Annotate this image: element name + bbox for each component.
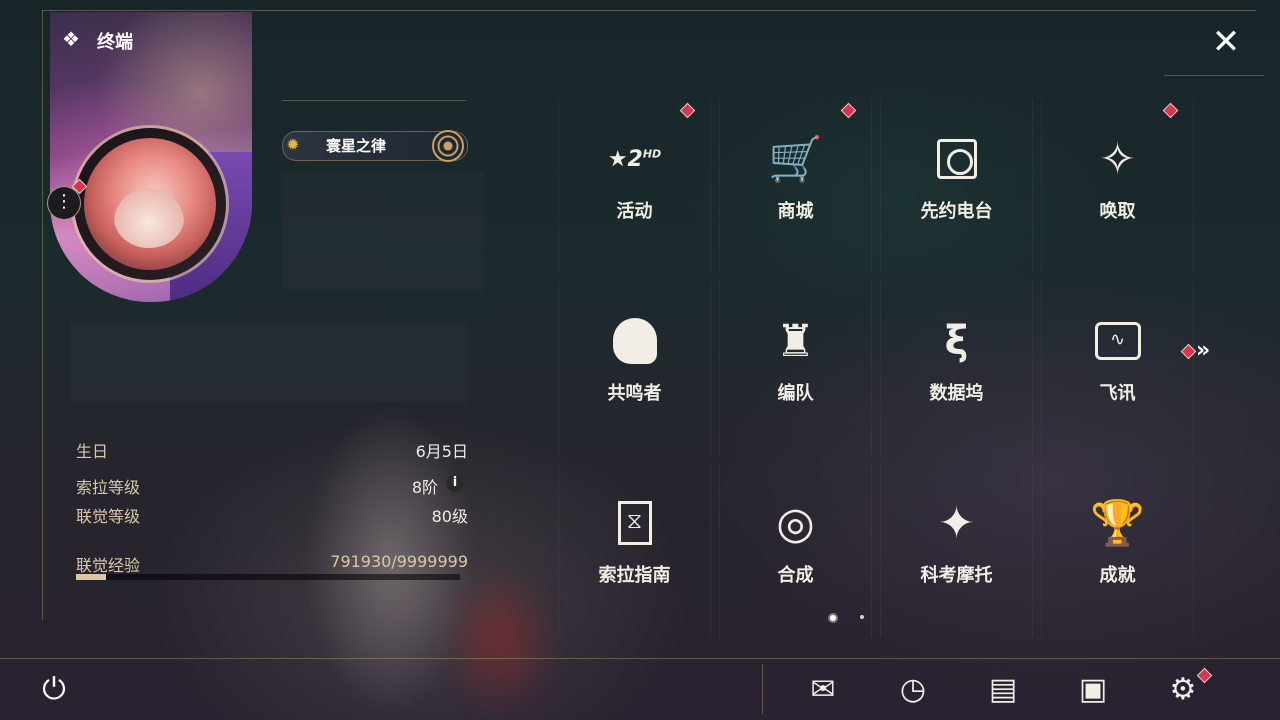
bottom-bar-separator <box>762 664 763 714</box>
menu-item-label: 飞讯 <box>1099 383 1136 404</box>
message-icon: ∿ <box>1037 313 1198 369</box>
exp-bar-track <box>76 574 460 580</box>
synthesis-icon: ◎ <box>776 497 815 549</box>
info-icon[interactable]: i <box>446 474 464 492</box>
menu-item-label: 成就 <box>1099 565 1136 586</box>
summon-compass-icon: ✧ <box>1099 133 1136 185</box>
frame-top-line <box>42 10 1256 11</box>
menu-item-label: 科考摩托 <box>920 565 993 586</box>
power-icon[interactable]: ⏻ <box>32 668 76 712</box>
menu-item-achievements[interactable]: 🏆 成就 <box>1037 459 1198 641</box>
page-indicator-dot[interactable] <box>860 615 864 619</box>
name-panel <box>282 172 484 290</box>
tag-top-line <box>282 100 466 101</box>
achievement-icon: 🏆 <box>1090 498 1145 549</box>
bottom-bar-divider <box>0 658 1280 659</box>
menu-item-label: 商城 <box>777 201 814 222</box>
exp-bar-fill <box>76 574 106 580</box>
birthday-label: 生日 <box>76 442 109 461</box>
menu-item-label: 共鸣者 <box>607 383 662 404</box>
event-2hd-icon: ★2HD <box>607 146 662 172</box>
next-page-icon[interactable]: » <box>1196 338 1210 363</box>
shop-cart-icon: 🛒 <box>768 134 823 185</box>
camera-icon[interactable]: ▣ <box>1071 668 1115 712</box>
menu-item-team[interactable]: ♜ 编队 <box>715 277 876 459</box>
birthday-value: 6月5日 <box>415 442 468 461</box>
guide-icon: ⧖ <box>554 495 715 551</box>
union-level-label: 联觉等级 <box>76 507 141 526</box>
menu-item-label: 合成 <box>777 565 814 586</box>
radio-icon <box>876 131 1037 187</box>
union-level-value: 80级 <box>431 507 468 526</box>
menu-item-label: 编队 <box>777 383 814 404</box>
avatar[interactable] <box>84 138 216 270</box>
page-indicator-dot[interactable] <box>830 615 836 621</box>
close-icon[interactable]: ✕ <box>1208 24 1244 60</box>
menu-item-label: 先约电台 <box>920 201 993 222</box>
mail-icon[interactable]: ✉ <box>801 668 845 712</box>
menu-item-guide[interactable]: ⧖ 索拉指南 <box>554 459 715 641</box>
menu-item-messages[interactable]: ∿ 飞讯 <box>1037 277 1198 459</box>
menu-item-label: 数据坞 <box>929 383 984 404</box>
team-chess-icon: ♜ <box>775 315 816 367</box>
terminal-title: 终端 <box>97 32 133 53</box>
menu-item-label: 唤取 <box>1099 201 1136 222</box>
history-icon[interactable]: ◷ <box>891 668 935 712</box>
union-exp-value: 791930/9999999 <box>330 552 468 571</box>
terminal-icon: ❖ <box>62 27 80 51</box>
sun-icon: ✹ <box>286 135 300 154</box>
menu-item-label: 索拉指南 <box>598 565 671 586</box>
menu-item-activity[interactable]: ★2HD 活动 <box>554 95 715 277</box>
menu-item-synthesis[interactable]: ◎ 合成 <box>715 459 876 641</box>
union-exp-label: 联觉经验 <box>76 556 141 575</box>
signature-panel <box>70 322 468 402</box>
menu-item-label: 活动 <box>616 201 653 222</box>
motorcycle-icon: ✦ <box>938 497 975 549</box>
sola-level-label: 索拉等级 <box>76 478 141 497</box>
menu-item-summon[interactable]: ✧ 唤取 <box>1037 95 1198 277</box>
menu-item-motorcycle[interactable]: ✦ 科考摩托 <box>876 459 1037 641</box>
frame-left-line <box>42 10 43 620</box>
background-accent <box>440 560 560 720</box>
data-dock-icon: ξ <box>944 318 969 364</box>
notes-icon[interactable]: ▤ <box>981 668 1025 712</box>
menu-item-resonators[interactable]: 共鸣者 <box>554 277 715 459</box>
menu-item-data-dock[interactable]: ξ 数据坞 <box>876 277 1037 459</box>
resonator-icon <box>554 313 715 369</box>
sola-level-value: 8阶 <box>411 478 438 497</box>
title-tag-emblem-icon <box>432 130 464 162</box>
frame-corner-line <box>1164 75 1264 76</box>
menu-item-shop[interactable]: 🛒 商城 <box>715 95 876 277</box>
menu-item-radio[interactable]: 先约电台 <box>876 95 1037 277</box>
title-tag-label: 寰星之律 <box>326 137 387 155</box>
